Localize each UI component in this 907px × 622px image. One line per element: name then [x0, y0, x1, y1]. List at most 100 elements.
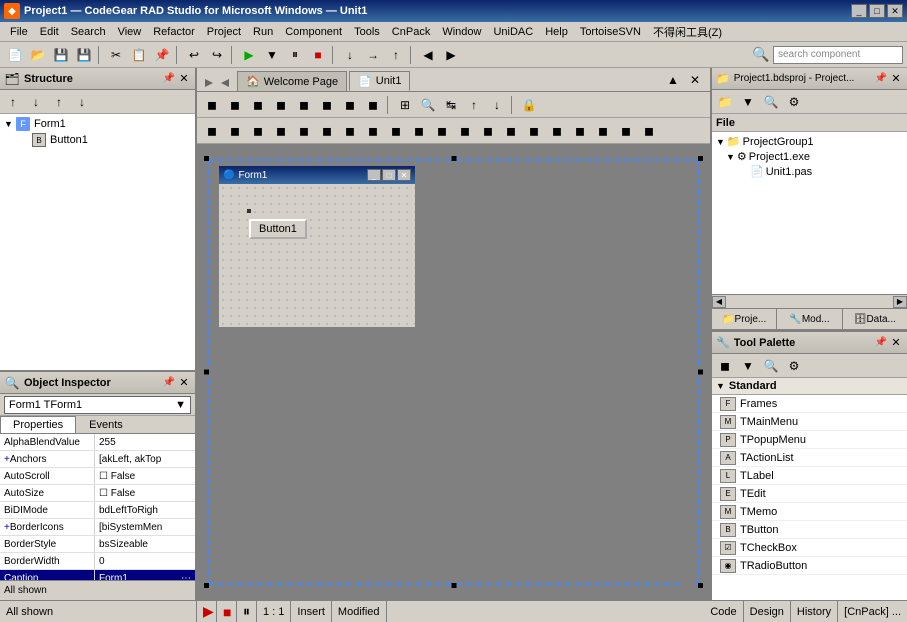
ptab-proje[interactable]: 📁 Proje...: [712, 309, 777, 329]
menu-window[interactable]: Window: [436, 24, 487, 40]
tp-section-standard[interactable]: ▼ Standard: [712, 378, 907, 395]
prop-row-autosize[interactable]: AutoSize ☐ False: [0, 485, 195, 502]
et-size2[interactable]: ◼: [362, 94, 384, 116]
tb-pause[interactable]: ⏸: [284, 44, 306, 66]
tp-item-tactionlist[interactable]: A TActionList: [712, 449, 907, 467]
tp-tb1[interactable]: ◼: [714, 355, 736, 377]
st-btn3[interactable]: ↑: [48, 91, 70, 113]
et-align-center[interactable]: ◼: [224, 94, 246, 116]
et2-btn1[interactable]: ◼: [201, 120, 223, 142]
et2-btn14[interactable]: ◼: [500, 120, 522, 142]
et2-btn9[interactable]: ◼: [385, 120, 407, 142]
prop-value-borderwidth[interactable]: 0: [95, 553, 195, 569]
et2-btn5[interactable]: ◼: [293, 120, 315, 142]
menu-tools[interactable]: Tools: [348, 24, 386, 40]
form-button[interactable]: Button1: [249, 219, 307, 239]
oi-close[interactable]: ✕: [177, 376, 191, 390]
form-max-btn[interactable]: □: [382, 169, 396, 181]
et2-btn12[interactable]: ◼: [454, 120, 476, 142]
menu-edit[interactable]: Edit: [34, 24, 65, 40]
form-body[interactable]: Button1: [219, 184, 415, 327]
et-align-right[interactable]: ◼: [247, 94, 269, 116]
pm-btn1[interactable]: 📁: [714, 91, 736, 113]
et2-btn10[interactable]: ◼: [408, 120, 430, 142]
oi-pin[interactable]: 📌: [163, 377, 175, 388]
et-grid[interactable]: ⊞: [394, 94, 416, 116]
sel-handle-tr[interactable]: [698, 156, 703, 161]
et-align-bottom[interactable]: ◼: [293, 94, 315, 116]
tp-item-tmainmenu[interactable]: M TMainMenu: [712, 413, 907, 431]
menu-run[interactable]: Run: [247, 24, 279, 40]
menu-tools2[interactable]: 不得闲工具(Z): [647, 22, 728, 42]
tb-stop[interactable]: ■: [307, 44, 329, 66]
sel-handle-mr[interactable]: [698, 370, 703, 375]
ptree-project1exe[interactable]: ▼ ⚙ Project1.exe: [714, 149, 905, 164]
form-close-btn[interactable]: ✕: [397, 169, 411, 181]
et2-btn15[interactable]: ◼: [523, 120, 545, 142]
prop-row-bidimode[interactable]: BiDIMode bdLeftToRigh: [0, 502, 195, 519]
tree-item-form1[interactable]: ▼ F Form1: [2, 116, 193, 132]
et2-btn6[interactable]: ◼: [316, 120, 338, 142]
project-pin[interactable]: 📌: [875, 73, 887, 84]
design-resize-handle[interactable]: [683, 573, 695, 585]
oi-tab-events[interactable]: Events: [76, 416, 136, 433]
prop-value-anchors[interactable]: [akLeft, akTop: [95, 451, 195, 467]
et2-btn13[interactable]: ◼: [477, 120, 499, 142]
tp-tb4[interactable]: ⚙: [783, 355, 805, 377]
tp-item-tmemo[interactable]: M TMemo: [712, 503, 907, 521]
prop-value-bordericons[interactable]: [biSystemMen: [95, 519, 195, 535]
sel-handle-bl[interactable]: [204, 583, 209, 588]
et2-btn20[interactable]: ◼: [638, 120, 660, 142]
status-tab-history[interactable]: History: [791, 601, 838, 622]
menu-view[interactable]: View: [112, 24, 148, 40]
menu-cnpack[interactable]: CnPack: [386, 24, 437, 40]
structure-pin[interactable]: 📌: [163, 73, 175, 84]
et2-btn11[interactable]: ◼: [431, 120, 453, 142]
sel-handle-ml[interactable]: [204, 370, 209, 375]
sel-handle-bm[interactable]: [451, 583, 456, 588]
tp-item-tlabel[interactable]: L TLabel: [712, 467, 907, 485]
et2-btn8[interactable]: ◼: [362, 120, 384, 142]
oi-tab-properties[interactable]: Properties: [0, 416, 76, 433]
maximize-button[interactable]: □: [869, 4, 885, 18]
sel-handle-br[interactable]: [698, 583, 703, 588]
form-min-btn[interactable]: _: [367, 169, 381, 181]
run-icon[interactable]: ▶: [203, 603, 214, 620]
tab-unit1[interactable]: 📄 Unit1: [349, 71, 410, 91]
tb-copy[interactable]: 📋: [128, 44, 150, 66]
tree-item-button1[interactable]: B Button1: [2, 132, 193, 148]
tb-saveall[interactable]: 💾: [73, 44, 95, 66]
editor-nav-up[interactable]: ▲: [662, 69, 684, 91]
tb-back[interactable]: ◀: [417, 44, 439, 66]
tb-redo[interactable]: ↪: [206, 44, 228, 66]
et2-btn2[interactable]: ◼: [224, 120, 246, 142]
prop-row-borderwidth[interactable]: BorderWidth 0: [0, 553, 195, 570]
pm-btn2[interactable]: ▼: [737, 91, 759, 113]
prop-row-bordericons[interactable]: + BorderIcons [biSystemMen: [0, 519, 195, 536]
prop-value-alphablend[interactable]: 255: [95, 434, 195, 450]
prop-value-bidimode[interactable]: bdLeftToRigh: [95, 502, 195, 518]
tb-new[interactable]: 📄: [4, 44, 26, 66]
prop-row-caption[interactable]: Caption Form1 ⋯: [0, 570, 195, 580]
tb-cut[interactable]: ✂: [105, 44, 127, 66]
et2-btn7[interactable]: ◼: [339, 120, 361, 142]
menu-file[interactable]: File: [4, 24, 34, 40]
pause-icon[interactable]: ⏸: [243, 603, 250, 620]
menu-unidac[interactable]: UniDAC: [487, 24, 539, 40]
prop-value-borderstyle[interactable]: bsSizeable: [95, 536, 195, 552]
prop-row-alphablend[interactable]: AlphaBlendValue 255: [0, 434, 195, 451]
project-hscroll[interactable]: ◀ ▶: [712, 294, 907, 308]
prop-row-anchors[interactable]: + Anchors [akLeft, akTop: [0, 451, 195, 468]
prop-row-autoscroll[interactable]: AutoScroll ☐ False: [0, 468, 195, 485]
tp-close[interactable]: ✕: [889, 336, 903, 350]
sel-handle-tl[interactable]: [204, 156, 209, 161]
menu-refactor[interactable]: Refactor: [147, 24, 201, 40]
et-lock[interactable]: 🔒: [518, 94, 540, 116]
tp-item-tedit[interactable]: E TEdit: [712, 485, 907, 503]
et-zoom[interactable]: 🔍: [417, 94, 439, 116]
stop-icon[interactable]: ■: [223, 604, 231, 620]
st-btn1[interactable]: ↑: [2, 91, 24, 113]
et2-btn16[interactable]: ◼: [546, 120, 568, 142]
tp-item-frames[interactable]: F Frames: [712, 395, 907, 413]
tb-stepover[interactable]: →: [362, 44, 384, 66]
